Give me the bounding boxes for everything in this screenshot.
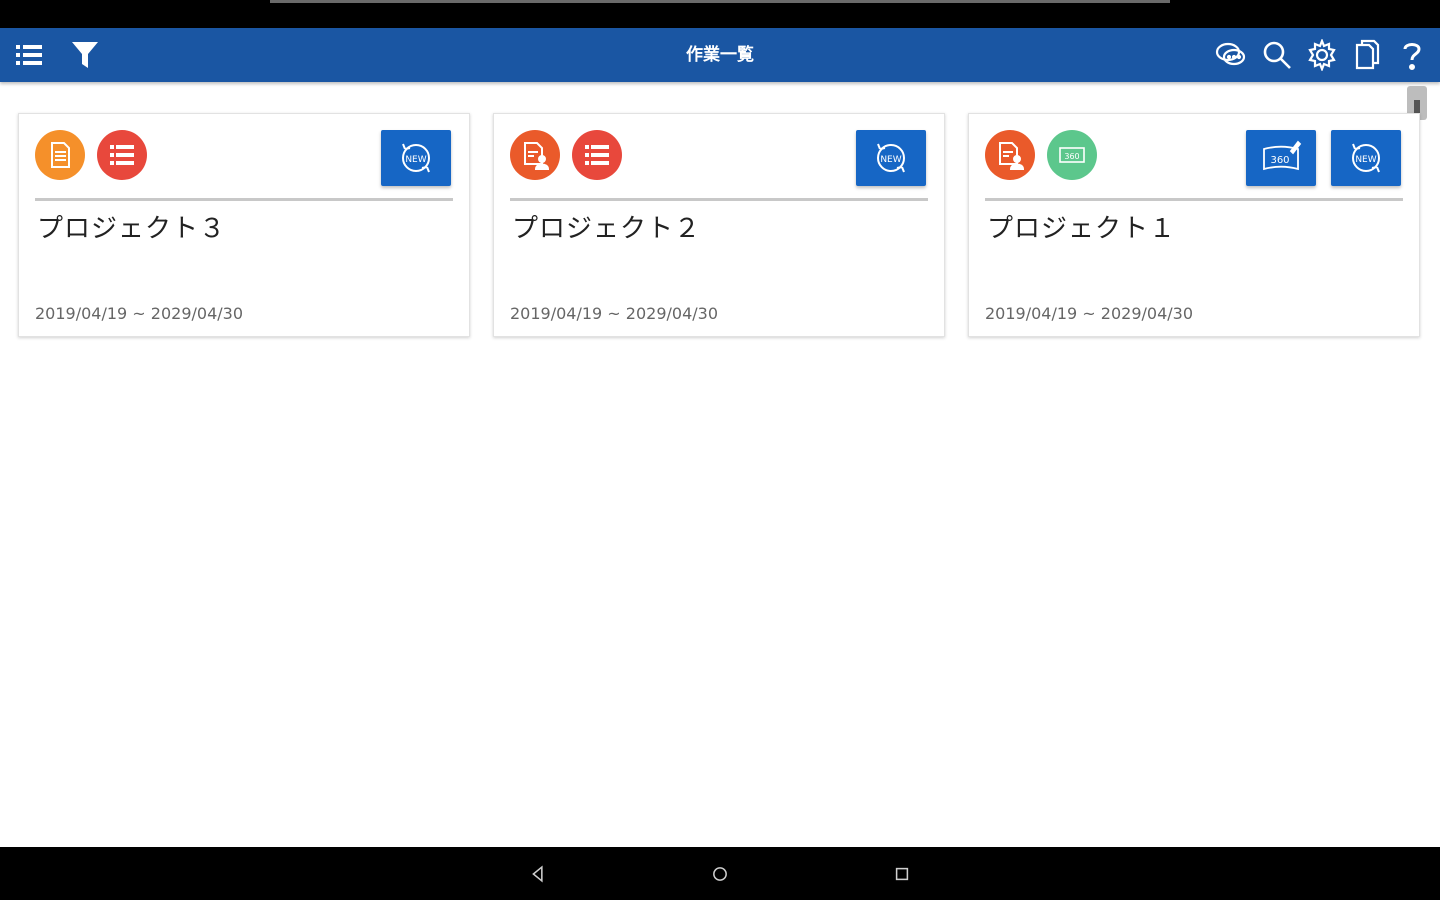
recents-icon[interactable]: [889, 861, 915, 887]
list-icon: [97, 130, 147, 180]
scroll-down-icon: [1414, 100, 1420, 114]
project-dates: 2019/04/19 ~ 2029/04/30: [510, 304, 719, 323]
list-icon: [572, 130, 622, 180]
project-name: プロジェクト３: [37, 214, 227, 244]
panorama-360-edit-icon: 360: [1263, 140, 1302, 171]
document-user-icon: [985, 130, 1035, 180]
new-sync-button[interactable]: NEW: [1331, 130, 1401, 186]
card-divider: [510, 198, 928, 201]
project-dates: 2019/04/19 ~ 2029/04/30: [985, 304, 1194, 323]
svg-text:NEW: NEW: [880, 155, 901, 165]
help-icon[interactable]: [1394, 37, 1430, 73]
project-name: プロジェクト１: [987, 214, 1177, 244]
document-icon: [35, 130, 85, 180]
search-icon[interactable]: [1259, 37, 1295, 73]
new-sync-button[interactable]: NEW: [856, 130, 926, 186]
card-divider: [35, 198, 453, 201]
svg-text:NEW: NEW: [1355, 155, 1376, 165]
back-icon[interactable]: [525, 861, 551, 887]
new-sync-icon: NEW: [1352, 143, 1380, 173]
app-bar: 作業一覧: [0, 28, 1440, 82]
new-sync-button[interactable]: NEW: [381, 130, 451, 186]
svg-text:NEW: NEW: [405, 155, 426, 165]
project-card-1[interactable]: 360 360 NEW プロジェクト１ 2019/04/19 ~ 2029/04…: [968, 113, 1420, 337]
svg-text:360: 360: [1270, 155, 1289, 166]
project-dates: 2019/04/19 ~ 2029/04/30: [35, 304, 244, 323]
chat-icon[interactable]: [1213, 37, 1249, 73]
gear-icon[interactable]: [1304, 37, 1340, 73]
status-bar-indicator: [270, 0, 1170, 3]
home-icon[interactable]: [707, 861, 733, 887]
new-sync-icon: NEW: [402, 143, 430, 173]
project-card-3[interactable]: NEW プロジェクト３ 2019/04/19 ~ 2029/04/30: [18, 113, 470, 337]
panorama-360-edit-button[interactable]: 360: [1246, 130, 1316, 186]
card-divider: [985, 198, 1403, 201]
project-name: プロジェクト２: [512, 214, 702, 244]
panorama-360-icon: 360: [1047, 130, 1097, 180]
project-card-2[interactable]: NEW プロジェクト２ 2019/04/19 ~ 2029/04/30: [493, 113, 945, 337]
system-nav-bar: [0, 847, 1440, 900]
new-sync-icon: NEW: [877, 143, 905, 173]
system-status-bar: [0, 0, 1440, 28]
pages-icon[interactable]: [1349, 37, 1385, 73]
document-user-icon: [510, 130, 560, 180]
svg-text:360: 360: [1064, 152, 1079, 161]
